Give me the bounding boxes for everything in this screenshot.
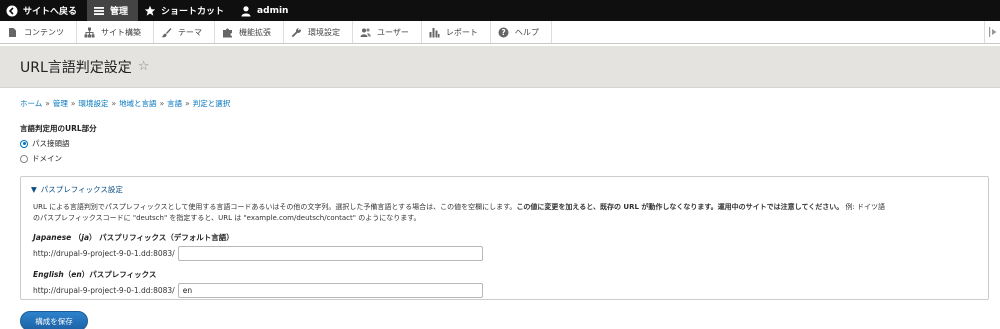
menu-item-label: テーマ (178, 27, 202, 37)
menu-item-label: 機能拡張 (239, 27, 271, 37)
page-title: URL言語判定設定 (20, 59, 132, 76)
wrench-icon (291, 27, 302, 38)
english-prefix-input[interactable]: en (177, 283, 483, 298)
save-configuration-button[interactable]: 構成を保存 (20, 311, 88, 329)
admin-toolbar: サイトへ戻る 管理 ショートカット admin (0, 0, 1000, 21)
shortcuts-button[interactable]: ショートカット (138, 0, 234, 21)
breadcrumb-link[interactable]: ホーム (20, 99, 42, 108)
menu-item-label: 環境設定 (308, 27, 340, 37)
url-prefix-text: http://drupal-9-project-9-0-1.dd:8083/ (33, 286, 175, 295)
collapse-icon (988, 27, 996, 37)
menu-item-people[interactable]: ユーザー (353, 21, 422, 43)
japanese-prefix-label: Japanese （ja） パスプリフィックス（デフォルト言語） (33, 233, 234, 242)
main-content: ホーム» 管理» 環境設定» 地域と言語» 言語» 判定と選択 言語判定用のURL部分 パ… (0, 98, 1000, 329)
manage-button[interactable]: 管理 (87, 0, 139, 21)
english-prefix-label: English（en）パスプレフィックス (33, 270, 157, 279)
menu-item-appearance[interactable]: テーマ (154, 21, 215, 43)
menu-item-label: ヘルプ (514, 27, 539, 37)
breadcrumb-separator: » (185, 99, 190, 108)
radio-button[interactable] (20, 154, 28, 163)
user-icon (240, 5, 252, 17)
file-icon (7, 27, 18, 38)
breadcrumb-link[interactable]: 地域と言語 (119, 99, 157, 108)
breadcrumb-link[interactable]: 環境設定 (78, 99, 108, 108)
menu-item-configuration[interactable]: 環境設定 (284, 21, 353, 43)
radio-label: ドメイン (32, 154, 62, 163)
radio-label: パス接頭語 (32, 139, 70, 148)
english-prefix-row: http://drupal-9-project-9-0-1.dd:8083/ e… (33, 283, 976, 298)
star-outline-icon[interactable]: ☆ (138, 59, 150, 74)
radio-button-checked[interactable] (20, 139, 28, 148)
breadcrumb-separator: » (159, 99, 165, 108)
details-summary-label: パスプレフィックス設定 (40, 185, 123, 194)
japanese-prefix-input[interactable] (177, 246, 483, 261)
user-label: admin (257, 5, 289, 16)
menu-item-structure[interactable]: サイト構築 (77, 21, 154, 43)
user-button[interactable]: admin (234, 0, 298, 21)
menu-item-extend[interactable]: 機能拡張 (215, 21, 284, 43)
menu-orientation-toggle[interactable] (984, 21, 1000, 43)
radio-option-domain[interactable]: ドメイン (20, 153, 980, 164)
radio-option-path-prefix[interactable]: パス接頭語 (20, 138, 980, 149)
menu-item-label: コンテンツ (24, 27, 64, 37)
sitemap-icon (84, 27, 95, 38)
url-part-label: 言語判定用のURL部分 (20, 124, 97, 133)
help-icon: ? (498, 27, 509, 38)
menu-item-reports[interactable]: レポート (422, 21, 491, 43)
url-prefix-text: http://drupal-9-project-9-0-1.dd:8083/ (33, 249, 175, 258)
star-icon (144, 5, 156, 17)
back-arrow-icon (6, 5, 18, 17)
breadcrumb-separator: » (111, 99, 117, 108)
puzzle-icon (222, 27, 233, 38)
breadcrumb-link[interactable]: 判定と選択 (193, 99, 231, 108)
menu-item-help[interactable]: ? ヘルプ (491, 21, 552, 43)
page-header: URL言語判定設定 ☆ (0, 46, 1000, 88)
shortcuts-label: ショートカット (161, 7, 225, 17)
japanese-prefix-row: http://drupal-9-project-9-0-1.dd:8083/ (33, 246, 976, 261)
breadcrumb: ホーム» 管理» 環境設定» 地域と言語» 言語» 判定と選択 (20, 98, 980, 109)
admin-menu: コンテンツ サイト構築 テーマ 機能拡張 環境設定 ユーザー レポート ? ヘル… (0, 21, 1000, 44)
breadcrumb-separator: » (45, 99, 50, 108)
details-body: URL による言語判別でパスプレフィックスとして使用する言語コードあるいはその他… (21, 195, 988, 298)
manage-label: 管理 (110, 7, 129, 17)
details-summary-toggle[interactable]: ▼ パスプレフィックス設定 (21, 177, 988, 195)
breadcrumb-separator: » (70, 99, 76, 108)
breadcrumb-link[interactable]: 管理 (53, 99, 68, 108)
back-to-site-button[interactable]: サイトへ戻る (0, 0, 87, 21)
menu-item-label: ユーザー (377, 27, 409, 37)
triangle-down-icon: ▼ (31, 185, 37, 194)
menu-icon (93, 5, 105, 17)
back-to-site-label: サイトへ戻る (23, 7, 78, 17)
bar-chart-icon (429, 27, 440, 38)
menu-item-label: レポート (445, 27, 478, 37)
menu-item-label: サイト構築 (101, 27, 141, 37)
menu-item-content[interactable]: コンテンツ (0, 21, 77, 43)
paintbrush-icon (161, 27, 172, 38)
svg-text:?: ? (501, 28, 505, 37)
breadcrumb-link[interactable]: 言語 (167, 99, 182, 108)
description-text: URL による言語判別でパスプレフィックスとして使用する言語コードあるいはその他… (33, 203, 886, 222)
path-prefix-settings-details: ▼ パスプレフィックス設定 URL による言語判別でパスプレフィックスとして使用… (20, 176, 989, 300)
people-icon (360, 27, 371, 38)
